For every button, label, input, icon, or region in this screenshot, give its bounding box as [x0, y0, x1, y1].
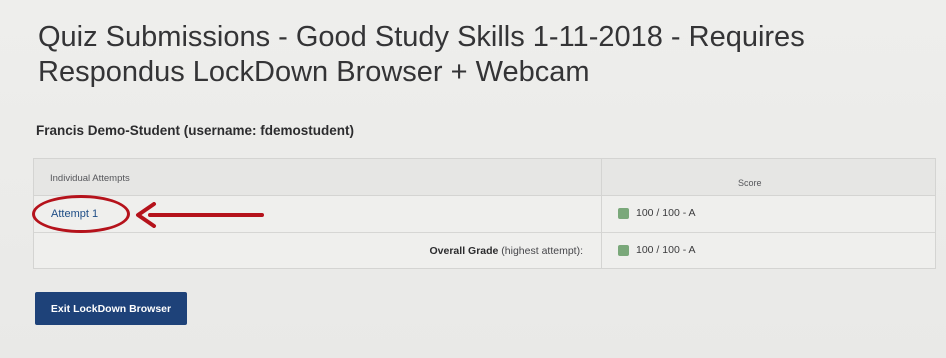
- overall-grade-label: Overall Grade (highest attempt):: [430, 245, 584, 257]
- overall-grade-label-bold: Overall Grade: [429, 245, 499, 257]
- table-header-row: Individual Attempts Score: [34, 159, 935, 196]
- grade-status-icon: [618, 244, 629, 256]
- exit-lockdown-browser-button[interactable]: Exit LockDown Browser: [35, 292, 187, 325]
- attempt-1-score: 100 / 100 - A: [618, 207, 696, 219]
- header-score: Score: [738, 178, 762, 188]
- overall-grade-row: Overall Grade (highest attempt): 100 / 1…: [34, 233, 935, 268]
- overall-grade-label-note: (highest attempt):: [501, 245, 583, 257]
- quiz-submissions-page: Quiz Submissions - Good Study Skills 1-1…: [0, 0, 946, 358]
- grade-status-icon: [618, 207, 629, 219]
- overall-grade-score-value: 100 / 100 - A: [636, 244, 696, 256]
- attempt-1-link[interactable]: Attempt 1: [51, 208, 98, 220]
- page-title: Quiz Submissions - Good Study Skills 1-1…: [38, 21, 805, 88]
- column-divider: [601, 159, 602, 268]
- attempts-table: Individual Attempts Score Attempt 1 100 …: [33, 158, 936, 269]
- header-individual-attempts: Individual Attempts: [50, 173, 130, 184]
- table-row: Attempt 1 100 / 100 - A: [34, 196, 935, 233]
- overall-grade-score: 100 / 100 - A: [618, 244, 696, 256]
- student-name: Francis Demo-Student (username: fdemostu…: [36, 123, 355, 138]
- attempt-1-score-value: 100 / 100 - A: [636, 207, 696, 219]
